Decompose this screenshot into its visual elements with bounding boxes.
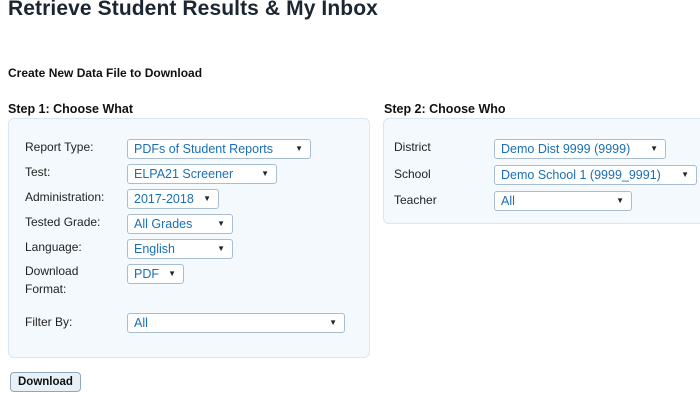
download-format-select[interactable]: PDF ▼ — [127, 264, 184, 284]
school-label: School — [394, 167, 431, 181]
download-format-label-line1: Download — [25, 264, 79, 278]
district-label: District — [394, 140, 431, 154]
report-type-label: Report Type: — [25, 140, 94, 154]
step1-panel: Report Type: PDFs of Student Reports ▼ T… — [8, 118, 370, 358]
test-label: Test: — [25, 165, 51, 179]
test-value: ELPA21 Screener — [134, 167, 234, 181]
filter-by-label: Filter By: — [25, 315, 73, 329]
download-format-label-line2: Format: — [25, 282, 67, 296]
report-type-value: PDFs of Student Reports — [134, 142, 273, 156]
chevron-down-icon: ▼ — [329, 318, 337, 327]
teacher-value: All — [501, 194, 515, 208]
chevron-down-icon: ▼ — [168, 269, 176, 278]
tested-grade-label: Tested Grade: — [25, 215, 101, 229]
report-type-select[interactable]: PDFs of Student Reports ▼ — [127, 139, 311, 159]
step2-panel: District Demo Dist 9999 (9999) ▼ School … — [383, 118, 700, 224]
district-select[interactable]: Demo Dist 9999 (9999) ▼ — [494, 139, 666, 159]
teacher-label: Teacher — [394, 193, 437, 207]
chevron-down-icon: ▼ — [217, 244, 225, 253]
download-format-label: Download Format: — [25, 264, 78, 296]
school-select[interactable]: Demo School 1 (9999_9991) ▼ — [494, 165, 697, 185]
tested-grade-select[interactable]: All Grades ▼ — [127, 214, 233, 234]
district-value: Demo Dist 9999 (9999) — [501, 142, 631, 156]
page-title: Retrieve Student Results & My Inbox — [8, 0, 378, 20]
chevron-down-icon: ▼ — [203, 194, 211, 203]
language-value: English — [134, 242, 175, 256]
section-title: Create New Data File to Download — [8, 66, 203, 80]
administration-value: 2017-2018 — [134, 192, 194, 206]
filter-by-select[interactable]: All ▼ — [127, 313, 345, 333]
chevron-down-icon: ▼ — [217, 219, 225, 228]
download-format-value: PDF — [134, 267, 159, 281]
language-select[interactable]: English ▼ — [127, 239, 233, 259]
chevron-down-icon: ▼ — [261, 169, 269, 178]
test-select[interactable]: ELPA21 Screener ▼ — [127, 164, 277, 184]
chevron-down-icon: ▼ — [650, 144, 658, 153]
chevron-down-icon: ▼ — [295, 144, 303, 153]
filter-by-value: All — [134, 316, 148, 330]
step1-heading: Step 1: Choose What — [8, 102, 134, 116]
administration-select[interactable]: 2017-2018 ▼ — [127, 189, 219, 209]
language-label: Language: — [25, 240, 82, 254]
chevron-down-icon: ▼ — [616, 196, 624, 205]
step2-heading: Step 2: Choose Who — [384, 102, 506, 116]
download-button[interactable]: Download — [10, 372, 81, 392]
school-value: Demo School 1 (9999_9991) — [501, 168, 661, 182]
teacher-select[interactable]: All ▼ — [494, 191, 632, 211]
tested-grade-value: All Grades — [134, 217, 193, 231]
chevron-down-icon: ▼ — [681, 170, 689, 179]
administration-label: Administration: — [25, 190, 105, 204]
